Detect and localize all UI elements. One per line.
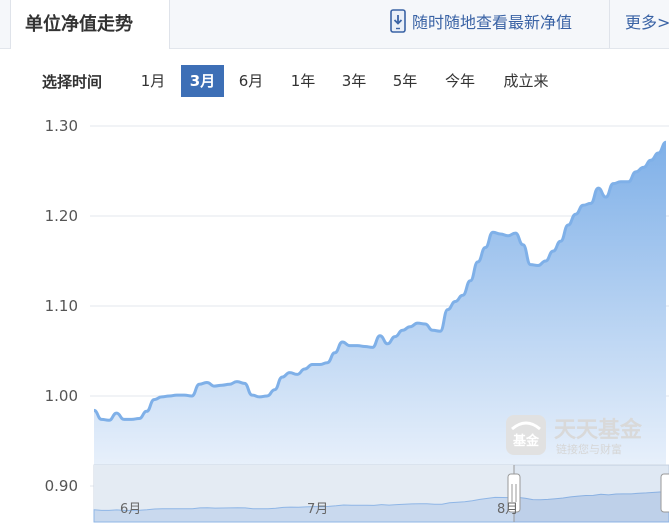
range-option-since-inception[interactable]: 成立来 bbox=[495, 65, 557, 97]
phone-download-icon bbox=[390, 9, 406, 33]
navigator-label-aug: 8月 bbox=[497, 502, 518, 517]
time-range-label: 选择时间 bbox=[42, 73, 103, 91]
watermark-logo-text: 基金 bbox=[512, 433, 540, 449]
range-option-3m[interactable]: 3月 bbox=[181, 65, 224, 97]
range-navigator[interactable]: 6月 7月 8月 bbox=[93, 464, 669, 523]
y-tick-label: 1.20 bbox=[45, 207, 78, 225]
navigator-label-jul: 7月 bbox=[307, 502, 328, 517]
range-option-3y[interactable]: 3年 bbox=[335, 65, 373, 97]
y-tick-label: 1.30 bbox=[45, 117, 78, 135]
header-divider bbox=[609, 0, 610, 48]
watermark-subtitle: 链接您与财富 bbox=[556, 442, 622, 456]
time-range-selector: 选择时间 1月 3月 6月 1年 3年 5年 今年 成立来 bbox=[0, 64, 669, 98]
y-tick-label: 1.10 bbox=[45, 297, 78, 315]
range-option-1y[interactable]: 1年 bbox=[284, 65, 322, 97]
range-option-ytd[interactable]: 今年 bbox=[437, 65, 483, 97]
tab-nav-trend[interactable]: 单位净值走势 bbox=[10, 0, 170, 49]
navigator-label-jun: 6月 bbox=[120, 502, 141, 517]
range-option-5y[interactable]: 5年 bbox=[386, 65, 424, 97]
navigator-selected-window[interactable] bbox=[514, 465, 669, 522]
more-link[interactable]: 更多> bbox=[625, 9, 669, 33]
watermark-title: 天天基金 bbox=[554, 417, 643, 443]
navigator-right-handle[interactable] bbox=[660, 473, 669, 513]
range-option-6m[interactable]: 6月 bbox=[232, 65, 270, 97]
tab-title: 单位净值走势 bbox=[25, 14, 133, 35]
header-bar: 单位净值走势 随时随地查看最新净值 更多> bbox=[0, 0, 669, 49]
mobile-view-link[interactable]: 随时随地查看最新净值 bbox=[390, 8, 572, 34]
range-option-1m[interactable]: 1月 bbox=[134, 65, 172, 97]
mobile-link-label: 随时随地查看最新净值 bbox=[412, 13, 573, 32]
y-tick-label: 1.00 bbox=[45, 387, 78, 405]
nav-trend-chart: 1.30 1.20 1.10 1.00 0.90 基金 天天基金 链接您与财富 6月 7… bbox=[45, 117, 669, 523]
y-tick-label: 0.90 bbox=[45, 477, 78, 495]
